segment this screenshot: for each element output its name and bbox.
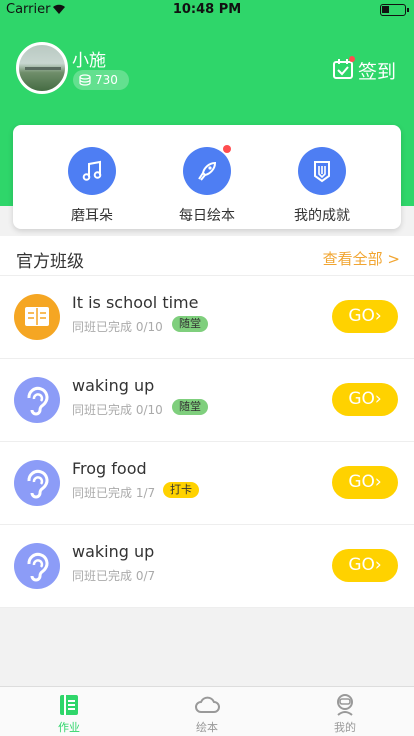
notification-dot (349, 56, 355, 62)
section-title: 官方班级 (16, 252, 84, 272)
battery-icon (380, 4, 409, 16)
feature-card: 磨耳朵 每日绘本 我的成就 (13, 125, 401, 229)
feature-label: 磨耳朵 (71, 208, 113, 224)
class-list: It is school time 同班已完成 0/10 随堂 GO› waki… (0, 276, 414, 608)
tab-label: 绘本 (196, 721, 218, 734)
view-all-link[interactable]: 查看全部 > (323, 248, 400, 269)
tab-me[interactable]: 我的 (276, 687, 414, 736)
cloud-icon (195, 696, 220, 713)
ear-icon (14, 460, 60, 506)
class-row[interactable]: waking up 同班已完成 0/7 GO› (0, 525, 414, 608)
go-button[interactable]: GO› (332, 383, 398, 416)
music-note-icon (82, 160, 102, 181)
feature-label: 我的成就 (294, 208, 350, 224)
coin-balance: 730 (73, 70, 129, 90)
class-row[interactable]: Frog food 同班已完成 1/7 打卡 GO› (0, 442, 414, 525)
class-tag: 打卡 (163, 482, 199, 498)
rocket-icon (198, 161, 217, 181)
username: 小施 (72, 51, 106, 71)
status-bar: Carrier 10:48 PM (0, 0, 414, 20)
ear-icon (14, 377, 60, 423)
class-progress: 同班已完成 0/10 (72, 320, 163, 334)
class-progress: 同班已完成 0/7 (72, 569, 156, 583)
class-name: It is school time (72, 293, 199, 312)
feature-daily-picturebook[interactable]: 每日绘本 (152, 145, 262, 227)
go-button[interactable]: GO› (332, 466, 398, 499)
official-classes-header: 官方班级 查看全部 > (0, 236, 414, 276)
homework-book-icon (60, 695, 78, 715)
feature-achievements[interactable]: 我的成就 (267, 147, 377, 227)
go-button[interactable]: GO› (332, 549, 398, 582)
notification-dot (223, 145, 231, 153)
checkin-button[interactable]: 签到 (332, 56, 398, 83)
class-name: Frog food (72, 459, 147, 478)
coin-count: 730 (95, 73, 118, 87)
class-name: waking up (72, 376, 155, 395)
avatar[interactable] (16, 42, 68, 94)
feature-label: 每日绘本 (179, 208, 235, 224)
pencil-badge-icon (314, 161, 330, 183)
class-tag: 随堂 (172, 399, 208, 415)
book-icon (14, 294, 60, 340)
class-name: waking up (72, 542, 155, 561)
class-row[interactable]: It is school time 同班已完成 0/10 随堂 GO› (0, 276, 414, 359)
class-tag: 随堂 (172, 316, 208, 332)
class-row[interactable]: waking up 同班已完成 0/10 随堂 GO› (0, 359, 414, 442)
tab-bar: 作业 绘本 我的 (0, 686, 414, 736)
status-time: 10:48 PM (172, 2, 242, 17)
tab-homework[interactable]: 作业 (0, 687, 138, 736)
ear-icon (14, 543, 60, 589)
go-button[interactable]: GO› (332, 300, 398, 333)
checkin-label: 签到 (358, 61, 397, 83)
user-profile-icon (337, 694, 353, 716)
class-progress: 同班已完成 1/7 (72, 486, 156, 500)
coin-stack-icon (79, 74, 91, 86)
tab-label: 我的 (334, 721, 356, 734)
tab-label: 作业 (58, 721, 80, 734)
feature-listening[interactable]: 磨耳朵 (37, 147, 147, 227)
class-progress: 同班已完成 0/10 (72, 403, 163, 417)
tab-picturebooks[interactable]: 绘本 (138, 687, 276, 736)
